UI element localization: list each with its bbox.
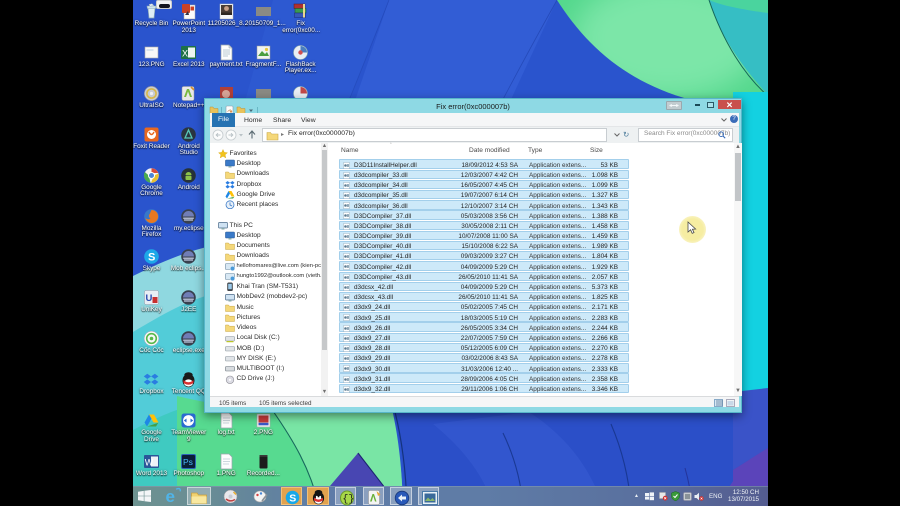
svg-text:X: X [182,48,188,58]
svg-text:U: U [146,293,153,304]
svg-text:S: S [148,252,155,264]
svg-text:{}: {} [342,493,354,505]
svg-text:Ps: Ps [183,457,193,467]
svg-text:W: W [145,457,154,467]
svg-text:e: e [166,487,175,505]
svg-text:S: S [289,492,296,504]
